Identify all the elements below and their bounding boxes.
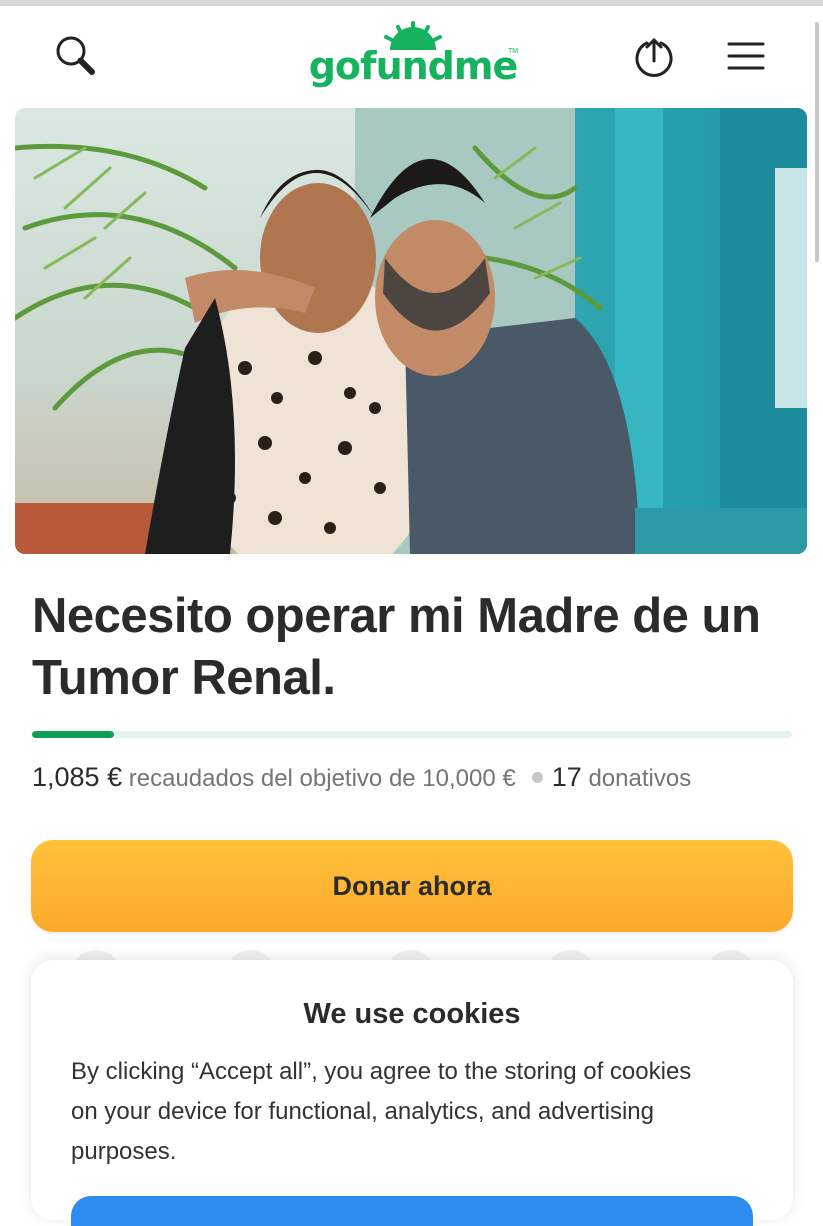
cookie-consent-dialog: We use cookies By clicking “Accept all”,… <box>31 960 793 1226</box>
funding-stats: 1,085 € recaudados del objetivo de 10,00… <box>32 762 812 793</box>
search-button[interactable] <box>50 30 102 82</box>
site-header: gofundme TM <box>0 6 823 106</box>
menu-icon <box>727 42 765 70</box>
share-icon <box>635 38 673 77</box>
logo-wordmark: gofundme <box>308 44 519 88</box>
campaign-title: Necesito operar mi Madre de un Tumor Ren… <box>32 589 761 705</box>
campaign-hero-image[interactable] <box>15 108 807 554</box>
cookie-description: By clicking “Accept all”, you agree to t… <box>71 1058 692 1165</box>
gofundme-logo[interactable]: gofundme TM <box>308 18 518 98</box>
logo-trademark: TM <box>508 48 519 55</box>
share-button[interactable] <box>628 30 680 82</box>
search-icon <box>56 36 95 75</box>
progress-bar-fill <box>32 731 115 738</box>
menu-button[interactable] <box>720 30 772 82</box>
donate-now-button[interactable]: Donar ahora <box>31 840 793 932</box>
cookie-title: We use cookies <box>303 998 521 1030</box>
donations-count: 17 <box>551 762 582 792</box>
goal-text: recaudados del objetivo de 10,000 € <box>128 765 516 792</box>
separator-dot <box>531 772 543 784</box>
amount-raised: 1,085 € <box>32 762 123 792</box>
progress-bar <box>32 731 792 738</box>
donations-label: donativos <box>588 765 692 792</box>
accept-all-button[interactable] <box>71 1196 753 1226</box>
campaign-photo <box>15 108 807 554</box>
